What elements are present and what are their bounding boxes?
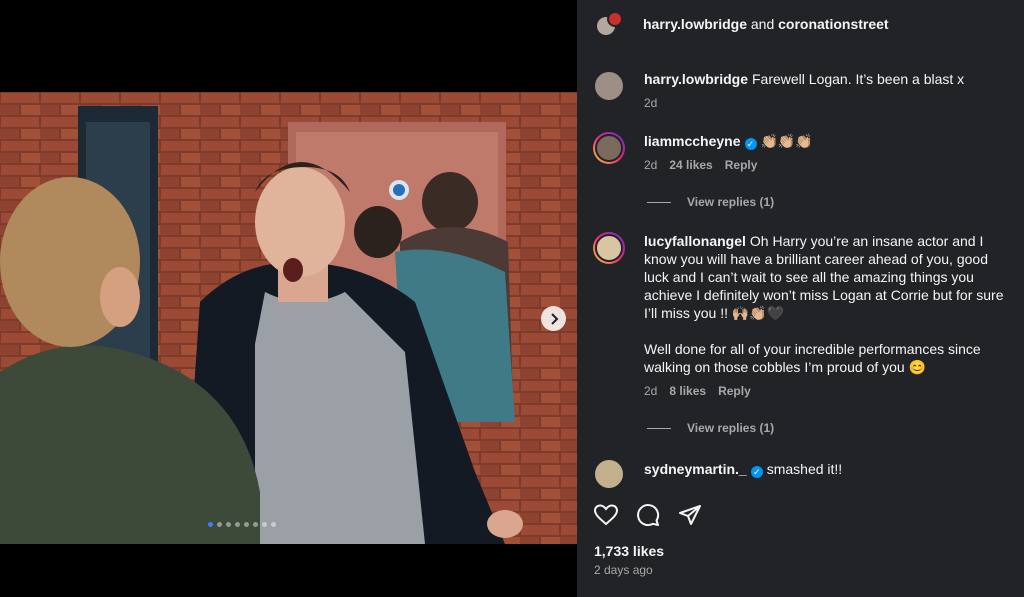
photo-illustration xyxy=(0,92,577,544)
caption: harry.lowbridge Farewell Logan. It’s been… xyxy=(593,70,1009,110)
like-button[interactable] xyxy=(593,502,619,528)
author-joiner: and xyxy=(750,16,775,32)
carousel-dot xyxy=(271,522,276,527)
comment-age: 2d xyxy=(644,158,658,172)
comment-username[interactable]: harry.lowbridge xyxy=(644,71,748,87)
comment-likes[interactable]: 24 likes xyxy=(669,158,712,172)
carousel-dot xyxy=(217,522,222,527)
action-bar xyxy=(593,502,703,528)
author-link[interactable]: coronationstreet xyxy=(778,16,888,32)
comment: lucyfallonangel Oh Harry you’re an insane… xyxy=(593,232,1009,398)
avatar[interactable] xyxy=(593,458,625,490)
post-photo[interactable] xyxy=(0,92,577,544)
reply-button[interactable]: Reply xyxy=(725,158,758,172)
divider xyxy=(647,201,671,203)
carousel-dots xyxy=(208,522,276,527)
view-replies-button[interactable]: View replies (1) xyxy=(647,195,774,209)
comment-button[interactable] xyxy=(635,502,661,528)
carousel-dot xyxy=(208,522,213,527)
comment: liammccheyne ✓ 👏🏼👏🏼👏🏼 2d 24 likes Reply xyxy=(593,132,1009,172)
comment-age: 2d xyxy=(644,96,658,110)
view-replies-button[interactable]: View replies (1) xyxy=(647,421,774,435)
carousel-dot xyxy=(244,522,249,527)
collab-avatars[interactable] xyxy=(593,9,623,39)
author-link[interactable]: harry.lowbridge xyxy=(643,16,747,32)
comments-pane: harry.lowbridge and coronationstreet har… xyxy=(577,0,1024,597)
divider xyxy=(647,427,671,429)
avatar xyxy=(607,11,623,27)
comment-username[interactable]: sydneymartin._ xyxy=(644,461,747,477)
next-slide-button[interactable] xyxy=(541,306,566,331)
comment-username[interactable]: lucyfallonangel xyxy=(644,233,746,249)
carousel-dot xyxy=(235,522,240,527)
carousel-dot xyxy=(226,522,231,527)
media-pane xyxy=(0,0,577,597)
send-icon xyxy=(679,505,701,525)
avatar[interactable] xyxy=(593,132,625,164)
post-authors: harry.lowbridge and coronationstreet xyxy=(643,16,889,32)
comment-text: smashed it!! xyxy=(766,461,843,477)
comment-text: Farewell Logan. It’s been a blast x xyxy=(751,71,965,87)
avatar[interactable] xyxy=(593,232,625,264)
comment-text: 👏🏼👏🏼👏🏼 xyxy=(760,133,813,149)
view-replies-label: View replies (1) xyxy=(687,421,775,435)
view-replies-label: View replies (1) xyxy=(687,195,775,209)
avatar[interactable] xyxy=(593,70,625,102)
reply-button[interactable]: Reply xyxy=(718,384,751,398)
post-header: harry.lowbridge and coronationstreet xyxy=(577,0,1024,48)
comment-age: 2d xyxy=(644,384,658,398)
verified-badge-icon: ✓ xyxy=(744,138,757,150)
verified-badge-icon: ✓ xyxy=(750,466,763,478)
comment-icon xyxy=(637,504,660,527)
chevron-right-icon xyxy=(550,312,558,325)
comment: sydneymartin._ ✓ smashed it!! xyxy=(593,458,1009,490)
carousel-dot xyxy=(262,522,267,527)
carousel-dot xyxy=(253,522,258,527)
heart-icon xyxy=(594,504,618,526)
comment-username[interactable]: liammccheyne xyxy=(644,133,741,149)
post-age: 2 days ago xyxy=(594,563,653,577)
comment-likes[interactable]: 8 likes xyxy=(669,384,706,398)
share-button[interactable] xyxy=(677,502,703,528)
comment-text-2: Well done for all of your incredible per… xyxy=(644,341,981,375)
likes-count[interactable]: 1,733 likes xyxy=(594,543,664,559)
